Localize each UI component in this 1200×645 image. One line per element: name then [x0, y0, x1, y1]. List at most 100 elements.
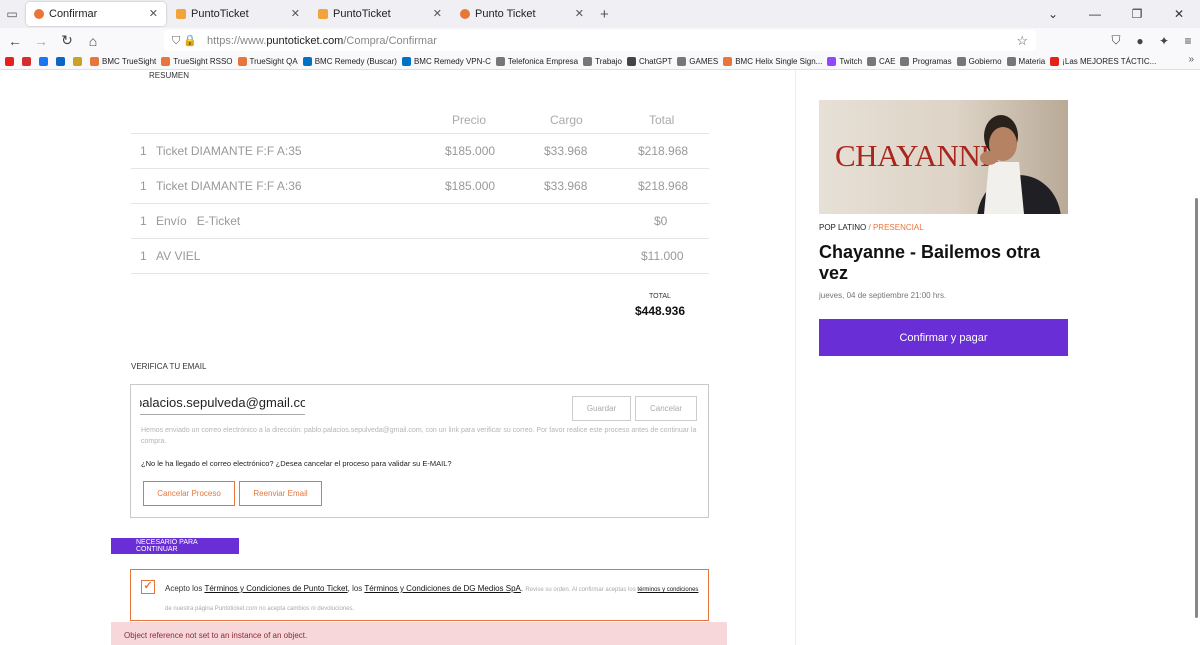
puntoticket-favicon: [176, 9, 186, 19]
pocket-icon[interactable]: ⛉: [1104, 33, 1128, 48]
bookmark-item[interactable]: TrueSight QA: [237, 56, 298, 66]
artist-photo: [977, 115, 1061, 214]
bookmark-label: ¡Las MEJORES TÁCTIC...: [1062, 56, 1157, 66]
bookmark-item[interactable]: [22, 56, 34, 66]
bookmark-item[interactable]: Programas: [900, 56, 952, 66]
confirm-pay-button[interactable]: Confirmar y pagar: [819, 319, 1068, 356]
bookmark-item[interactable]: Telefonica Empresa: [495, 56, 578, 66]
close-icon[interactable]: ✕: [149, 7, 158, 20]
tab-title: Confirmar: [49, 8, 98, 20]
bookmark-icon: [867, 56, 877, 66]
bookmark-star-icon[interactable]: ☆: [1016, 33, 1028, 49]
bookmark-label: Gobierno: [968, 56, 1002, 66]
bookmark-item[interactable]: [5, 56, 17, 66]
bookmark-item[interactable]: TrueSight RSSO: [161, 56, 233, 66]
terms-link-dgmedios[interactable]: Términos y Condiciones de DG Medios SpA: [364, 584, 521, 593]
list-tabs-icon[interactable]: ⌄: [1032, 7, 1074, 21]
tab-puntoticket-2[interactable]: PuntoTicket ✕: [310, 2, 450, 26]
profile-icon[interactable]: ●: [1128, 34, 1152, 48]
bookmark-item[interactable]: [73, 56, 85, 66]
bookmark-item[interactable]: BMC Remedy (Buscar): [302, 56, 397, 66]
bookmark-icon: [495, 56, 505, 66]
tab-puntoticket-1[interactable]: PuntoTicket ✕: [168, 2, 308, 26]
bookmark-icon: [161, 56, 171, 66]
verify-email-box: palacios.sepulveda@gmail.com Guardar Can…: [130, 384, 709, 518]
minimize-icon[interactable]: —: [1074, 7, 1116, 21]
back-icon[interactable]: ←: [2, 33, 28, 49]
bookmark-label: BMC TrueSight: [102, 56, 157, 66]
bookmark-label: Programas: [912, 56, 952, 66]
forward-icon[interactable]: →: [28, 33, 54, 49]
new-tab-icon[interactable]: +: [600, 6, 609, 23]
qty-cell: 1: [140, 144, 147, 158]
more-bookmarks-icon[interactable]: »: [1188, 54, 1194, 65]
bookmark-item[interactable]: CAE: [867, 56, 895, 66]
restore-icon[interactable]: ❐: [1116, 7, 1158, 21]
extensions-icon[interactable]: ✦: [1152, 34, 1176, 48]
bookmark-item[interactable]: Twitch: [827, 56, 862, 66]
summary-title: RESUMEN: [149, 71, 190, 80]
bookmark-item[interactable]: Materia: [1006, 56, 1045, 66]
page-scrollbar[interactable]: [1195, 198, 1198, 618]
bookmark-item[interactable]: BMC TrueSight: [90, 56, 157, 66]
resend-email-button[interactable]: Reenviar Email: [239, 481, 322, 506]
table-header: Precio Cargo Total: [131, 106, 709, 134]
home-icon[interactable]: ⌂: [80, 33, 106, 49]
terms-box: ✓ Acepto los Términos y Condiciones de P…: [130, 569, 709, 621]
bookmark-label: GAMES: [689, 56, 719, 66]
toolbar-right: ⛉ ● ✦ ≡: [1104, 28, 1200, 53]
desc-cell: AV VIEL: [156, 249, 201, 263]
close-icon[interactable]: ✕: [575, 7, 584, 20]
tab-title: Punto Ticket: [475, 8, 536, 20]
tracking-protection-icon[interactable]: ⛉ 🔒: [172, 34, 197, 48]
tab-punto-ticket[interactable]: Punto Ticket ✕: [452, 2, 592, 26]
genre-label: POP LATINO: [819, 223, 867, 232]
navigation-bar: ← → ↻ ⌂ ⛉ 🔒 https://www. puntoticket.com /…: [0, 28, 1200, 53]
email-field[interactable]: palacios.sepulveda@gmail.com: [140, 395, 305, 415]
event-title: Chayanne - Bailemos otra vez: [819, 242, 1041, 283]
url-domain: puntoticket.com: [266, 34, 344, 47]
terms-checkbox[interactable]: ✓: [141, 580, 155, 594]
puntoticket-favicon: [34, 9, 44, 19]
bookmark-icon: [956, 56, 966, 66]
bookmark-icon: [626, 56, 636, 66]
tab-confirmar[interactable]: Confirmar ✕: [26, 2, 166, 26]
save-button[interactable]: Guardar: [572, 396, 631, 421]
total-header: Total: [649, 112, 675, 127]
address-bar[interactable]: ⛉ 🔒 https://www. puntoticket.com/Compra/C…: [164, 30, 1036, 51]
bookmark-label: BMC Remedy VPN-C: [413, 56, 491, 66]
bookmark-item[interactable]: Trabajo: [583, 56, 622, 66]
charge-cell: $33.968: [544, 144, 588, 158]
email-note: Hemos enviado un correo electrónico a la…: [141, 427, 697, 445]
bookmark-icon: [677, 56, 687, 66]
close-window-icon[interactable]: ✕: [1158, 7, 1200, 21]
close-icon[interactable]: ✕: [433, 7, 442, 20]
tab-overview-icon[interactable]: ▭: [0, 0, 24, 28]
bookmark-icon: [22, 56, 31, 66]
bookmark-item[interactable]: GAMES: [677, 56, 719, 66]
table-row: 1 Ticket DIAMANTE F:F A:36 $185.000 $33.…: [131, 169, 709, 204]
url-prefix: https://www.: [207, 34, 267, 47]
bookmark-item[interactable]: BMC Helix Single Sign...: [723, 56, 822, 66]
terms-link-conditions[interactable]: términos y condiciones: [637, 587, 698, 593]
terms-link-puntoticket[interactable]: Términos y Condiciones de Punto Ticket: [204, 584, 347, 593]
bookmark-item[interactable]: [56, 56, 68, 66]
email-question: ¿No le ha llegado el correo electrónico?…: [141, 459, 452, 468]
total-cell: $218.968: [638, 144, 689, 158]
desc-cell: Ticket DIAMANTE F:F A:35: [156, 144, 302, 158]
menu-icon[interactable]: ≡: [1176, 34, 1200, 48]
bookmark-item[interactable]: [39, 56, 51, 66]
bookmark-item[interactable]: ¡Las MEJORES TÁCTIC...: [1050, 56, 1157, 66]
bookmark-item[interactable]: Gobierno: [956, 56, 1002, 66]
bookmark-label: ChatGPT: [638, 56, 673, 66]
cancel-button[interactable]: Cancelar: [635, 396, 697, 421]
cancel-process-button[interactable]: Cancelar Proceso: [143, 481, 235, 506]
bookmark-item[interactable]: ChatGPT: [626, 56, 673, 66]
desc-cell: Ticket DIAMANTE F:F A:36: [156, 179, 302, 193]
bookmark-item[interactable]: BMC Remedy VPN-C: [401, 56, 491, 66]
bookmark-icon: [583, 56, 593, 66]
close-icon[interactable]: ✕: [291, 7, 300, 20]
bookmark-icon: [1050, 56, 1060, 66]
bookmark-icon: [900, 56, 910, 66]
reload-icon[interactable]: ↻: [54, 32, 80, 49]
